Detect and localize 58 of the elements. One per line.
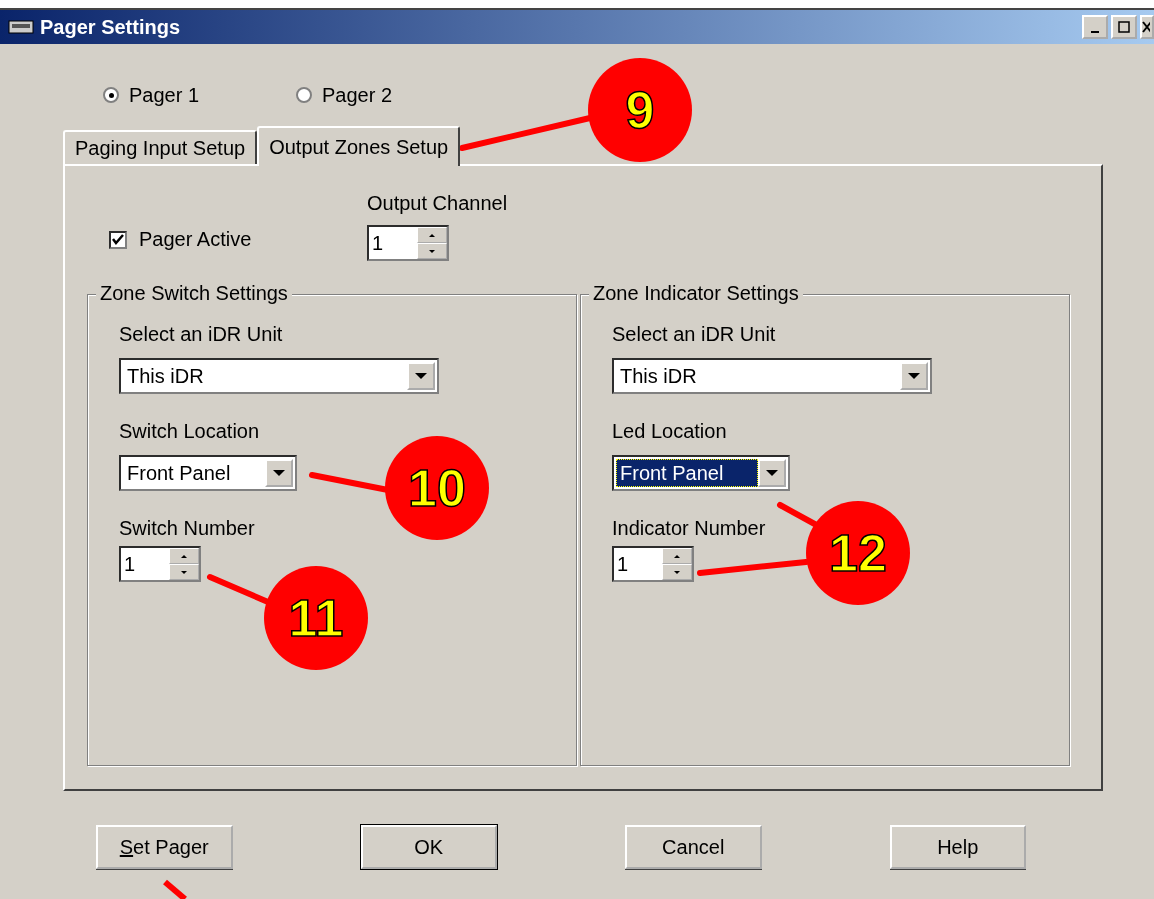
close-button[interactable] bbox=[1140, 15, 1154, 39]
radio-option[interactable]: Pager 2 bbox=[296, 83, 393, 107]
minimize-icon bbox=[1091, 31, 1099, 33]
down-arrow-icon bbox=[674, 570, 680, 574]
dialog-button[interactable]: Help bbox=[889, 825, 1026, 869]
callout-badge: 9 bbox=[588, 58, 692, 162]
dropdown[interactable]: Front Panel bbox=[612, 455, 790, 491]
maximize-icon bbox=[1118, 21, 1130, 33]
down-arrow-icon bbox=[766, 470, 778, 476]
spin-up-button[interactable] bbox=[169, 548, 199, 564]
dialog-button[interactable]: OK bbox=[360, 825, 497, 869]
dropdown-button[interactable] bbox=[265, 459, 293, 487]
down-arrow-icon bbox=[415, 373, 427, 379]
field-label: Switch Number bbox=[119, 517, 256, 540]
callout-badge: 12 bbox=[806, 501, 910, 605]
dropdown[interactable]: This iDR bbox=[612, 358, 932, 394]
spin-field[interactable]: 1 bbox=[367, 225, 449, 261]
spin-field[interactable]: 1 bbox=[119, 546, 201, 582]
spin-up-button[interactable] bbox=[662, 548, 692, 564]
dropdown[interactable]: Front Panel bbox=[119, 455, 297, 491]
dialog-button[interactable]: Cancel bbox=[625, 825, 762, 869]
down-arrow-icon bbox=[908, 373, 920, 379]
pager-icon bbox=[8, 19, 34, 35]
spin-field[interactable]: 1 bbox=[612, 546, 694, 582]
spin-down-button[interactable] bbox=[417, 243, 447, 259]
down-arrow-icon bbox=[181, 570, 187, 574]
maximize-button[interactable] bbox=[1111, 15, 1137, 39]
field-label: Select an iDR Unit bbox=[119, 323, 284, 346]
dialog-button[interactable]: Set Pager bbox=[96, 825, 233, 869]
up-arrow-icon bbox=[674, 554, 680, 558]
tab[interactable]: Output Zones Setup bbox=[257, 126, 461, 166]
field-label: Indicator Number bbox=[612, 517, 767, 540]
dropdown-button[interactable] bbox=[758, 459, 786, 487]
minimize-button[interactable] bbox=[1082, 15, 1108, 39]
window-title: Pager Settings bbox=[40, 15, 182, 39]
tab[interactable]: Paging Input Setup bbox=[63, 130, 258, 164]
checkbox-option[interactable]: Pager Active bbox=[109, 228, 367, 251]
group-title: Zone Indicator Settings bbox=[589, 282, 803, 305]
down-arrow-icon bbox=[429, 249, 435, 253]
close-icon bbox=[1142, 21, 1150, 33]
up-arrow-icon bbox=[181, 554, 187, 558]
up-arrow-icon bbox=[429, 233, 435, 237]
field-label: Select an iDR Unit bbox=[612, 323, 777, 346]
dropdown-button[interactable] bbox=[407, 362, 435, 390]
spin-down-button[interactable] bbox=[169, 564, 199, 580]
down-arrow-icon bbox=[273, 470, 285, 476]
spin-up-button[interactable] bbox=[417, 227, 447, 243]
dropdown[interactable]: This iDR bbox=[119, 358, 439, 394]
field-label: Switch Location bbox=[119, 420, 261, 443]
field-label: Led Location bbox=[612, 420, 728, 443]
field-label: Output Channel bbox=[367, 192, 508, 215]
group-title: Zone Switch Settings bbox=[96, 282, 292, 305]
radio-option[interactable]: Pager 1 bbox=[103, 83, 248, 107]
dropdown-button[interactable] bbox=[900, 362, 928, 390]
callout-badge: 10 bbox=[385, 436, 489, 540]
spin-down-button[interactable] bbox=[662, 564, 692, 580]
callout-badge: 11 bbox=[264, 566, 368, 670]
leader-line bbox=[163, 879, 187, 899]
